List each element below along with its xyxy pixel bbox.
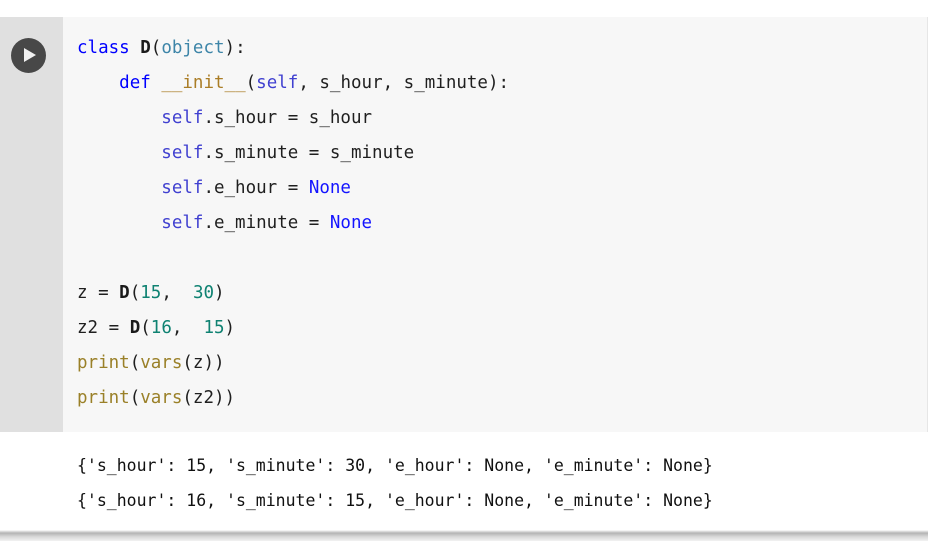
- code-token: 15: [140, 283, 162, 303]
- code-token: (: [129, 283, 141, 303]
- code-token: ,: [171, 318, 204, 338]
- code-token: object: [161, 38, 225, 58]
- code-token: z =: [77, 283, 120, 303]
- code-token: 16: [150, 318, 172, 338]
- code-token: self: [161, 143, 204, 163]
- code-token: .e_hour =: [203, 178, 309, 198]
- code-token: vars: [140, 353, 183, 373]
- code-token: .s_minute = s_minute: [203, 143, 415, 163]
- code-token: 15: [203, 318, 225, 338]
- code-token: D: [119, 283, 130, 303]
- code-token: __init__: [161, 73, 246, 93]
- code-token: ):: [224, 38, 246, 58]
- code-token: self: [161, 108, 204, 128]
- code-token: (: [129, 353, 141, 373]
- code-token: (z)): [182, 353, 225, 373]
- code-token: D: [129, 318, 141, 338]
- code-token: D: [140, 38, 151, 58]
- code-token: z2 =: [77, 318, 130, 338]
- cell-gutter: [0, 17, 63, 432]
- output-text: {'s_hour': 15, 's_minute': 30, 'e_hour':…: [77, 456, 713, 510]
- code-token: self: [161, 178, 204, 198]
- code-token: None: [308, 178, 351, 198]
- code-cell-row: class D(object): def __init__(self, s_ho…: [0, 17, 928, 432]
- notebook-cell: class D(object): def __init__(self, s_ho…: [0, 17, 928, 532]
- code-editor[interactable]: class D(object): def __init__(self, s_ho…: [63, 17, 928, 432]
- code-token: (: [150, 38, 162, 58]
- output-cell-row: {'s_hour': 15, 's_minute': 30, 'e_hour':…: [0, 432, 928, 532]
- code-token: (: [245, 73, 257, 93]
- code-token: (z2)): [182, 388, 236, 408]
- output-area: {'s_hour': 15, 's_minute': 30, 'e_hour':…: [63, 432, 928, 532]
- output-gutter: [0, 432, 63, 532]
- code-token: (: [140, 318, 151, 338]
- code-token: self: [161, 213, 204, 233]
- code-token: .e_minute =: [203, 213, 330, 233]
- code-token: 30: [192, 283, 215, 303]
- code-token: ,: [161, 283, 193, 303]
- code-token: vars: [140, 388, 183, 408]
- bottom-shadow-divider: [0, 530, 928, 541]
- code-source[interactable]: class D(object): def __init__(self, s_ho…: [63, 31, 927, 416]
- code-token: self: [256, 73, 299, 93]
- code-token: def: [119, 73, 162, 93]
- code-token: ): [224, 318, 236, 338]
- code-token: None: [329, 213, 373, 233]
- code-token: print: [77, 388, 130, 408]
- code-token: .s_hour = s_hour: [203, 108, 373, 128]
- notebook-page: class D(object): def __init__(self, s_ho…: [0, 0, 928, 541]
- play-icon: [24, 48, 36, 62]
- code-token: print: [77, 353, 130, 373]
- code-token: class: [77, 38, 141, 58]
- code-token: (: [129, 388, 141, 408]
- run-cell-button[interactable]: [11, 38, 46, 73]
- code-token: ): [214, 283, 225, 303]
- code-token: , s_hour, s_minute):: [298, 73, 510, 93]
